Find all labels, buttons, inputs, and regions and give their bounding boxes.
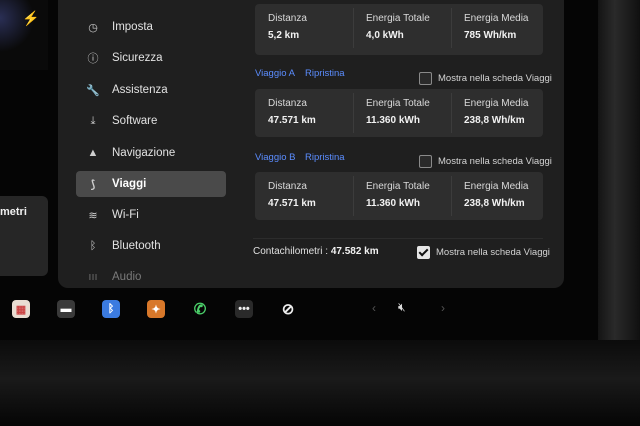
navigation-arrow-icon: ▲ — [87, 147, 99, 159]
stat-label: Distanza — [268, 98, 307, 109]
trip-a-title: Viaggio A — [255, 68, 295, 79]
checkbox-label: Mostra nella scheda Viaggi — [436, 247, 550, 258]
last-trip-stats: Distanza 5,2 km Energia Totale 4,0 kWh E… — [255, 4, 543, 55]
bluetooth-app-icon[interactable]: ᛒ — [102, 300, 120, 318]
sidebar-item-software[interactable]: ⤓ Software — [76, 108, 226, 134]
trip-b-stats: Distanza 47.571 km Energia Totale 11.360… — [255, 172, 543, 220]
stat-divider — [451, 8, 452, 48]
stat-energy: Energia Totale 11.360 kWh — [366, 98, 430, 126]
sidebar-item-label: Viaggi — [112, 178, 147, 190]
stat-divider — [451, 93, 452, 133]
checkbox-label: Mostra nella scheda Viaggi — [438, 73, 552, 84]
stat-divider — [451, 176, 452, 216]
odometer-show-checkbox[interactable] — [417, 246, 430, 259]
sidebar-item-imposta[interactable]: ◷ Imposta — [76, 14, 226, 40]
stat-divider — [353, 8, 354, 48]
odometer-value: 47.582 km — [330, 246, 379, 257]
sidebar-item-sicurezza[interactable]: ⓘ Sicurezza — [76, 45, 226, 71]
charging-bolt-icon: ⚡ — [22, 10, 40, 26]
odometer-readout: Contachilometri : 47.582 km — [253, 246, 379, 257]
left-panel-card[interactable]: metri — [0, 196, 48, 276]
sidebar-item-label: Wi-Fi — [112, 209, 139, 221]
wifi-icon: ≋ — [88, 209, 98, 222]
sidebar-item-assistenza[interactable]: 🔧 Assistenza — [76, 77, 226, 103]
calendar-icon[interactable]: ▦ — [12, 300, 30, 318]
volume-mute-icon[interactable]: 🔇︎ — [398, 300, 406, 315]
stat-value: 47.571 km — [268, 115, 316, 126]
sidebar-item-audio[interactable]: ııı Audio — [76, 264, 226, 290]
volume-down-arrow-icon[interactable]: ‹ — [372, 301, 376, 315]
trip-road-icon: ⟆ — [90, 178, 96, 191]
stat-value: 238,8 Wh/km — [464, 198, 525, 209]
sidebar-item-label: Navigazione — [112, 147, 176, 159]
stat-divider — [353, 176, 354, 216]
trips-content: Distanza 5,2 km Energia Totale 4,0 kWh E… — [253, 0, 553, 288]
trip-a-stats: Distanza 47.571 km Energia Totale 11.360… — [255, 89, 543, 137]
stat-label: Energia Media — [464, 181, 529, 192]
trip-b-reset-button[interactable]: Ripristina — [305, 152, 345, 163]
sidebar-item-label: Audio — [112, 271, 142, 283]
sidebar-item-bluetooth[interactable]: ᛒ Bluetooth — [76, 233, 226, 259]
stat-value: 785 Wh/km — [464, 30, 517, 41]
clock-icon: ◷ — [88, 21, 98, 34]
stat-label: Energia Totale — [366, 181, 430, 192]
stat-value: 47.571 km — [268, 198, 316, 209]
stat-label: Distanza — [268, 13, 307, 24]
odometer-label: Contachilometri : — [253, 246, 329, 257]
stat-avg: Energia Media 785 Wh/km — [464, 13, 528, 41]
wrench-icon: 🔧 — [86, 84, 100, 97]
sidebar-item-label: Bluetooth — [112, 240, 161, 252]
stat-energy: Energia Totale 11.360 kWh — [366, 181, 430, 209]
stat-value: 11.360 kWh — [366, 115, 420, 126]
sidebar-item-label: Software — [112, 115, 158, 127]
stat-label: Distanza — [268, 181, 307, 192]
sidebar-item-label: Assistenza — [112, 84, 168, 96]
sidebar-item-label: Sicurezza — [112, 52, 163, 64]
toybox-icon[interactable]: ✦ — [147, 300, 165, 318]
settings-sidebar: ◷ Imposta ⓘ Sicurezza 🔧 Assistenza ⤓ Sof… — [58, 0, 238, 288]
checkbox-label: Mostra nella scheda Viaggi — [438, 156, 552, 167]
phone-icon[interactable]: ✆ — [191, 300, 209, 318]
download-icon: ⤓ — [90, 114, 96, 127]
stat-label: Energia Totale — [366, 98, 430, 109]
no-signal-icon[interactable]: ⊘ — [279, 300, 297, 318]
bluetooth-icon: ᛒ — [89, 240, 97, 252]
trip-b-show-toggle[interactable]: Mostra nella scheda Viaggi — [419, 155, 552, 168]
stat-distance: Distanza 5,2 km — [268, 13, 307, 41]
alert-circle-icon: ⓘ — [87, 53, 99, 65]
trip-b-title: Viaggio B — [255, 152, 296, 163]
trip-a-show-checkbox[interactable] — [419, 72, 432, 85]
sidebar-item-label: Imposta — [112, 21, 153, 33]
stat-distance: Distanza 47.571 km — [268, 98, 316, 126]
sidebar-item-wifi[interactable]: ≋ Wi-Fi — [76, 202, 226, 228]
stat-value: 238,8 Wh/km — [464, 115, 525, 126]
more-icon[interactable]: ••• — [235, 300, 253, 318]
sidebar-item-navigazione[interactable]: ▲ Navigazione — [76, 140, 226, 166]
trip-a-reset-button[interactable]: Ripristina — [305, 68, 345, 79]
stat-avg: Energia Media 238,8 Wh/km — [464, 98, 528, 126]
stat-value: 5,2 km — [268, 30, 300, 41]
stat-avg: Energia Media 238,8 Wh/km — [464, 181, 528, 209]
settings-window: ◷ Imposta ⓘ Sicurezza 🔧 Assistenza ⤓ Sof… — [58, 0, 564, 288]
section-divider — [253, 238, 543, 239]
stat-energy: Energia Totale 4,0 kWh — [366, 13, 430, 41]
sidebar-item-viaggi[interactable]: ⟆ Viaggi — [76, 171, 226, 197]
odometer-show-toggle[interactable]: Mostra nella scheda Viaggi — [417, 246, 550, 259]
stat-value: 4,0 kWh — [366, 30, 404, 41]
screen-bezel-bottom — [0, 340, 640, 426]
trip-a-show-toggle[interactable]: Mostra nella scheda Viaggi — [419, 72, 552, 85]
left-panel-top: ⚡ — [0, 0, 48, 70]
left-card-text: metri — [0, 206, 27, 218]
stat-divider — [353, 93, 354, 133]
stat-value: 11.360 kWh — [366, 198, 420, 209]
trip-b-show-checkbox[interactable] — [419, 155, 432, 168]
stat-label: Energia Media — [464, 98, 529, 109]
equalizer-icon: ııı — [88, 271, 98, 283]
volume-up-arrow-icon[interactable]: › — [441, 301, 445, 315]
stat-label: Energia Totale — [366, 13, 430, 24]
stat-distance: Distanza 47.571 km — [268, 181, 316, 209]
dashcam-icon[interactable]: ▬ — [57, 300, 75, 318]
stat-label: Energia Media — [464, 13, 529, 24]
